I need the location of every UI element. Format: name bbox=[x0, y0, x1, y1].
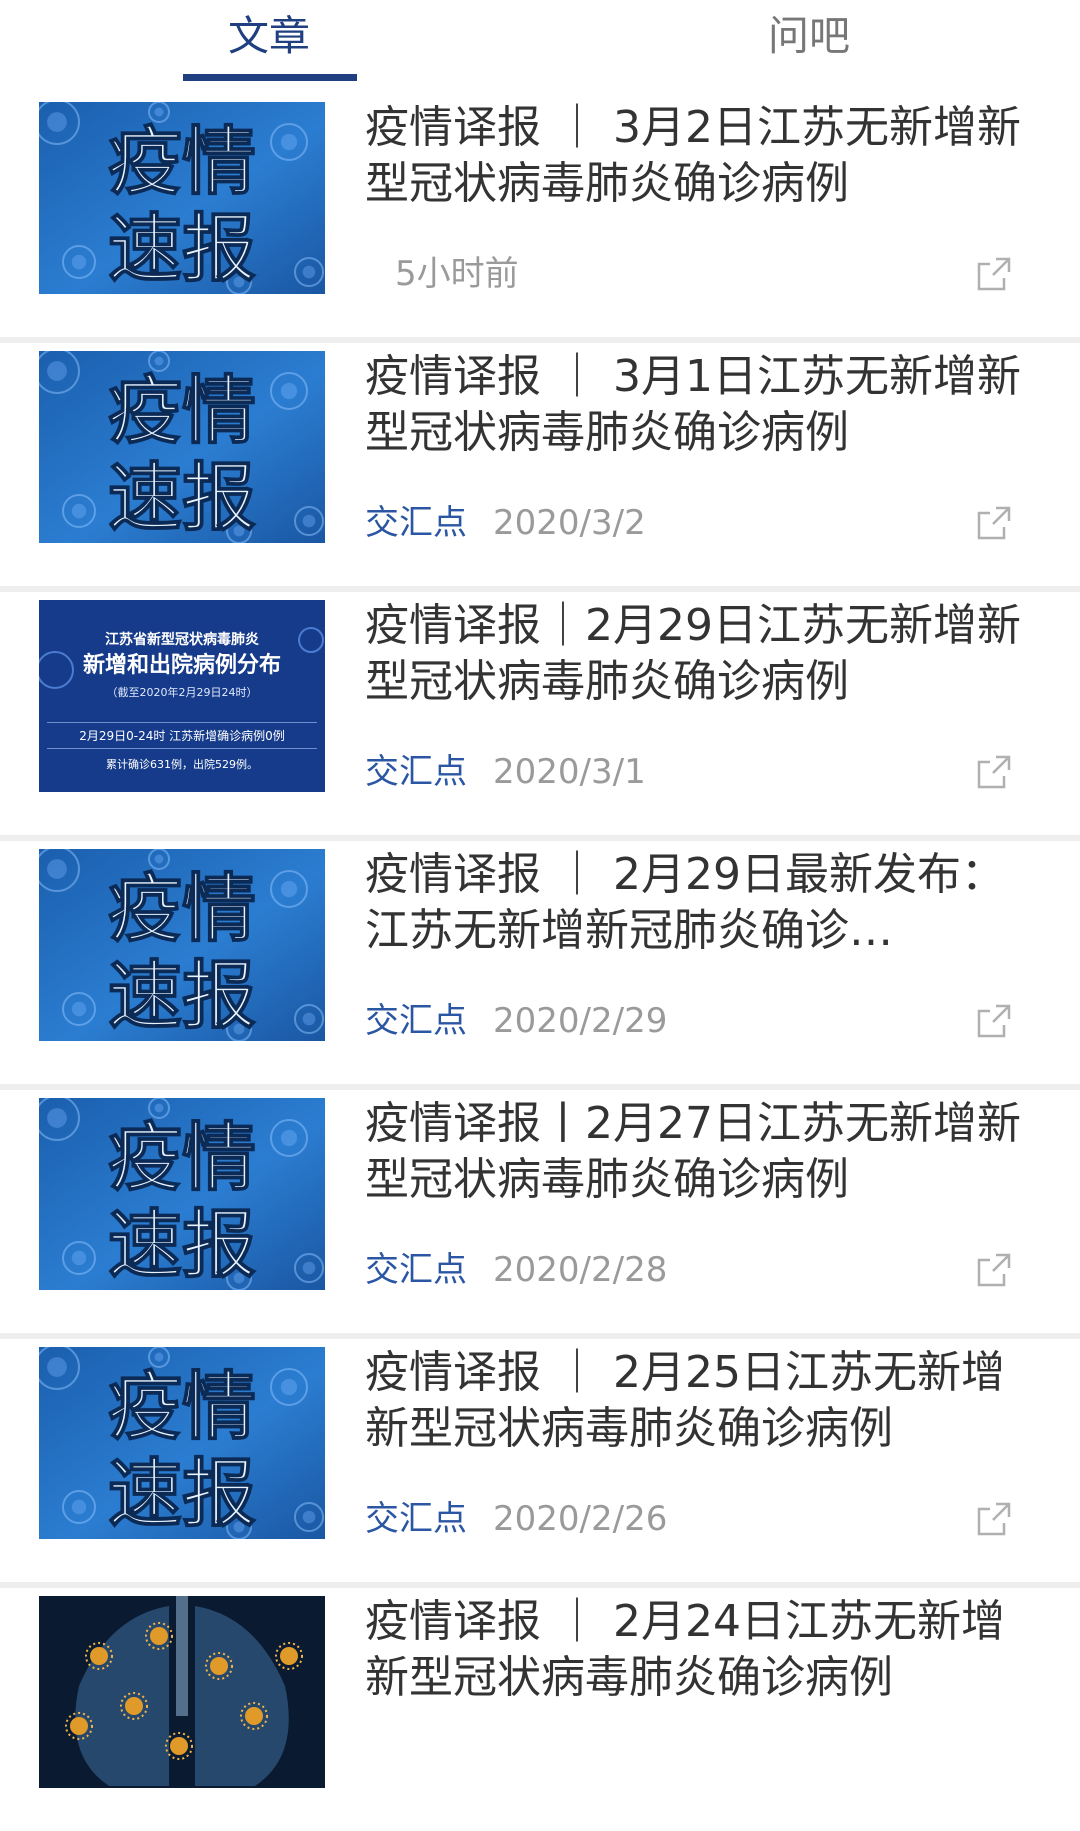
share-icon[interactable] bbox=[974, 1250, 1014, 1290]
thumb-text-line4: 2月29日0-24时 江苏新增确诊病例0例 bbox=[79, 728, 285, 743]
tab-articles[interactable]: 文章 bbox=[228, 8, 310, 64]
article-title[interactable]: 疫情译报 ｜ 3月1日江苏无新增新型冠状病毒肺炎确诊病例 bbox=[365, 349, 1025, 461]
thumb-text-line2: 速报 bbox=[108, 953, 256, 1039]
article-source[interactable]: 交汇点 bbox=[365, 1499, 467, 1539]
article-meta: 交汇点 2020/2/29 bbox=[365, 999, 667, 1043]
thumb-text-line1: 疫情 bbox=[108, 1115, 256, 1201]
article-source[interactable]: 交汇点 bbox=[365, 1250, 467, 1290]
active-tab-indicator bbox=[183, 74, 357, 81]
article-thumbnail[interactable]: 疫情 速报 bbox=[39, 1347, 325, 1539]
article-title[interactable]: 疫情译报 ｜ 2月24日江苏无新增新型冠状病毒肺炎确诊病例 bbox=[365, 1594, 1025, 1706]
article-date: 2020/2/28 bbox=[493, 1250, 668, 1290]
article-time: 5小时前 bbox=[395, 254, 519, 294]
share-icon[interactable] bbox=[974, 503, 1014, 543]
article-meta: 交汇点 2020/2/26 bbox=[365, 1497, 667, 1541]
share-icon[interactable] bbox=[974, 1001, 1014, 1041]
article-thumbnail[interactable]: 疫情 速报 bbox=[39, 351, 325, 543]
article-title[interactable]: 疫情译报 ｜ 2月25日江苏无新增新型冠状病毒肺炎确诊病例 bbox=[365, 1345, 1025, 1457]
article-title[interactable]: 疫情译报 ｜ 2月29日最新发布：江苏无新增新冠肺炎确诊… bbox=[365, 847, 1025, 959]
article-meta: 交汇点 2020/3/1 bbox=[365, 750, 646, 794]
thumb-text-line2: 速报 bbox=[108, 455, 256, 541]
article-thumbnail[interactable]: 疫情 速报 bbox=[39, 102, 325, 294]
article-thumbnail[interactable]: 疫情 速报 bbox=[39, 1098, 325, 1290]
thumb-text-line1: 疫情 bbox=[108, 119, 256, 205]
article-title[interactable]: 疫情译报丨2月27日江苏无新增新型冠状病毒肺炎确诊病例 bbox=[365, 1096, 1025, 1208]
thumb-text-line2: 速报 bbox=[108, 206, 256, 292]
thumb-text-line3: （截至2020年2月29日24时） bbox=[107, 685, 258, 699]
article-date: 2020/2/29 bbox=[493, 1001, 668, 1041]
article-item[interactable]: 疫情译报 ｜ 2月24日江苏无新增新型冠状病毒肺炎确诊病例 bbox=[0, 1588, 1080, 1831]
article-meta: 交汇点 2020/3/2 bbox=[365, 501, 646, 545]
article-item[interactable]: 疫情 速报 疫情译报 ｜ 3月1日江苏无新增新型冠状病毒肺炎确诊病例 交汇点 2020/… bbox=[0, 343, 1080, 586]
thumb-text-line5: 累计确诊631例，出院529例。 bbox=[106, 757, 258, 771]
thumb-text-line1: 江苏省新型冠状病毒肺炎 bbox=[105, 631, 259, 648]
thumb-text-line1: 疫情 bbox=[108, 368, 256, 454]
article-source[interactable]: 交汇点 bbox=[365, 752, 467, 792]
article-title[interactable]: 疫情译报 ｜ 3月2日江苏无新增新型冠状病毒肺炎确诊病例 bbox=[365, 100, 1025, 212]
share-icon[interactable] bbox=[974, 1499, 1014, 1539]
article-source[interactable]: 交汇点 bbox=[365, 1001, 467, 1041]
tab-qa[interactable]: 问吧 bbox=[768, 8, 850, 64]
article-meta: 5小时前 bbox=[365, 252, 519, 296]
share-icon[interactable] bbox=[974, 752, 1014, 792]
article-date: 2020/3/2 bbox=[493, 503, 646, 543]
article-thumbnail[interactable]: 疫情 速报 bbox=[39, 849, 325, 1041]
thumb-text-line1: 疫情 bbox=[108, 1364, 256, 1450]
article-list: 疫情 速报 疫情译报 ｜ 3月2日江苏无新增新型冠状病毒肺炎确诊病例 5小时前 疫情 速报… bbox=[0, 94, 1080, 1831]
article-source[interactable]: 交汇点 bbox=[365, 503, 467, 543]
article-meta: 交汇点 2020/2/28 bbox=[365, 1248, 667, 1292]
article-date: 2020/3/1 bbox=[493, 752, 646, 792]
article-thumbnail[interactable] bbox=[39, 1596, 325, 1788]
thumb-text-line2: 新增和出院病例分布 bbox=[83, 652, 281, 678]
article-date: 2020/2/26 bbox=[493, 1499, 668, 1539]
tab-bar: 文章 问吧 bbox=[0, 0, 1080, 94]
article-item[interactable]: 疫情 速报 疫情译报 ｜ 2月29日最新发布：江苏无新增新冠肺炎确诊… 交汇点 2020… bbox=[0, 841, 1080, 1084]
share-icon[interactable] bbox=[974, 254, 1014, 294]
article-item[interactable]: 江苏省新型冠状病毒肺炎新增和出院病例分布 （截至2020年2月29日24时） 2月2… bbox=[0, 592, 1080, 835]
article-item[interactable]: 疫情 速报 疫情译报 ｜ 3月2日江苏无新增新型冠状病毒肺炎确诊病例 5小时前 bbox=[0, 94, 1080, 337]
article-item[interactable]: 疫情 速报 疫情译报丨2月27日江苏无新增新型冠状病毒肺炎确诊病例 交汇点 2020/2… bbox=[0, 1090, 1080, 1333]
thumb-text-line2: 速报 bbox=[108, 1202, 256, 1288]
article-thumbnail[interactable]: 江苏省新型冠状病毒肺炎新增和出院病例分布 （截至2020年2月29日24时） 2月2… bbox=[39, 600, 325, 792]
thumb-text-line1: 疫情 bbox=[108, 866, 256, 952]
thumb-text-line2: 速报 bbox=[108, 1451, 256, 1537]
article-item[interactable]: 疫情 速报 疫情译报 ｜ 2月25日江苏无新增新型冠状病毒肺炎确诊病例 交汇点 2020… bbox=[0, 1339, 1080, 1582]
article-title[interactable]: 疫情译报｜2月29日江苏无新增新型冠状病毒肺炎确诊病例 bbox=[365, 598, 1025, 710]
